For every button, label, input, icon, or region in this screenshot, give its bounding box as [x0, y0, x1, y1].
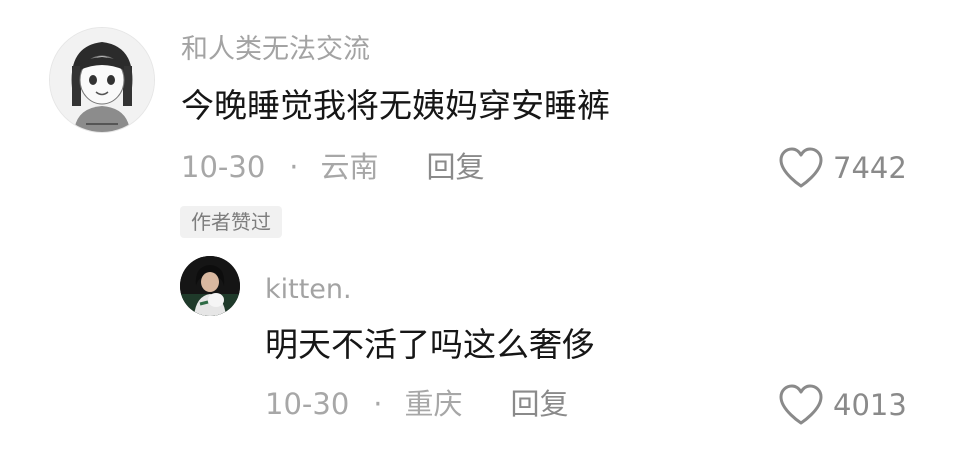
commenter-username[interactable]: 和人类无法交流	[181, 36, 370, 63]
replier-username[interactable]: kitten.	[265, 276, 352, 303]
reply-button[interactable]: 回复	[427, 153, 485, 182]
heart-outline-icon	[779, 384, 823, 425]
reply-meta: 10-30 · 重庆 回复	[265, 390, 569, 419]
avatar-image	[50, 28, 154, 132]
reply-date: 10-30	[265, 387, 350, 421]
comment-like-button[interactable]: 7442	[777, 146, 907, 190]
avatar-image	[180, 256, 240, 316]
comment-meta: 10-30 · 云南 回复	[181, 153, 485, 182]
commenter-avatar[interactable]	[49, 27, 155, 133]
reply-like-button[interactable]: 4013	[777, 383, 907, 427]
heart-outline-icon	[779, 147, 823, 188]
reply-text: 明天不活了吗这么奢侈	[265, 325, 595, 364]
comment-text: 今晚睡觉我将无姨妈穿安睡裤	[181, 86, 610, 125]
reply-location: 重庆	[404, 387, 463, 421]
comment-location: 云南	[320, 150, 379, 184]
author-liked-badge: 作者赞过	[180, 206, 282, 238]
replier-avatar[interactable]	[180, 256, 240, 316]
reply-button[interactable]: 回复	[511, 390, 569, 419]
comment-date: 10-30	[181, 150, 266, 184]
meta-separator: ·	[289, 150, 299, 184]
like-count: 7442	[833, 150, 907, 185]
like-count: 4013	[833, 387, 907, 422]
meta-separator: ·	[373, 387, 383, 421]
